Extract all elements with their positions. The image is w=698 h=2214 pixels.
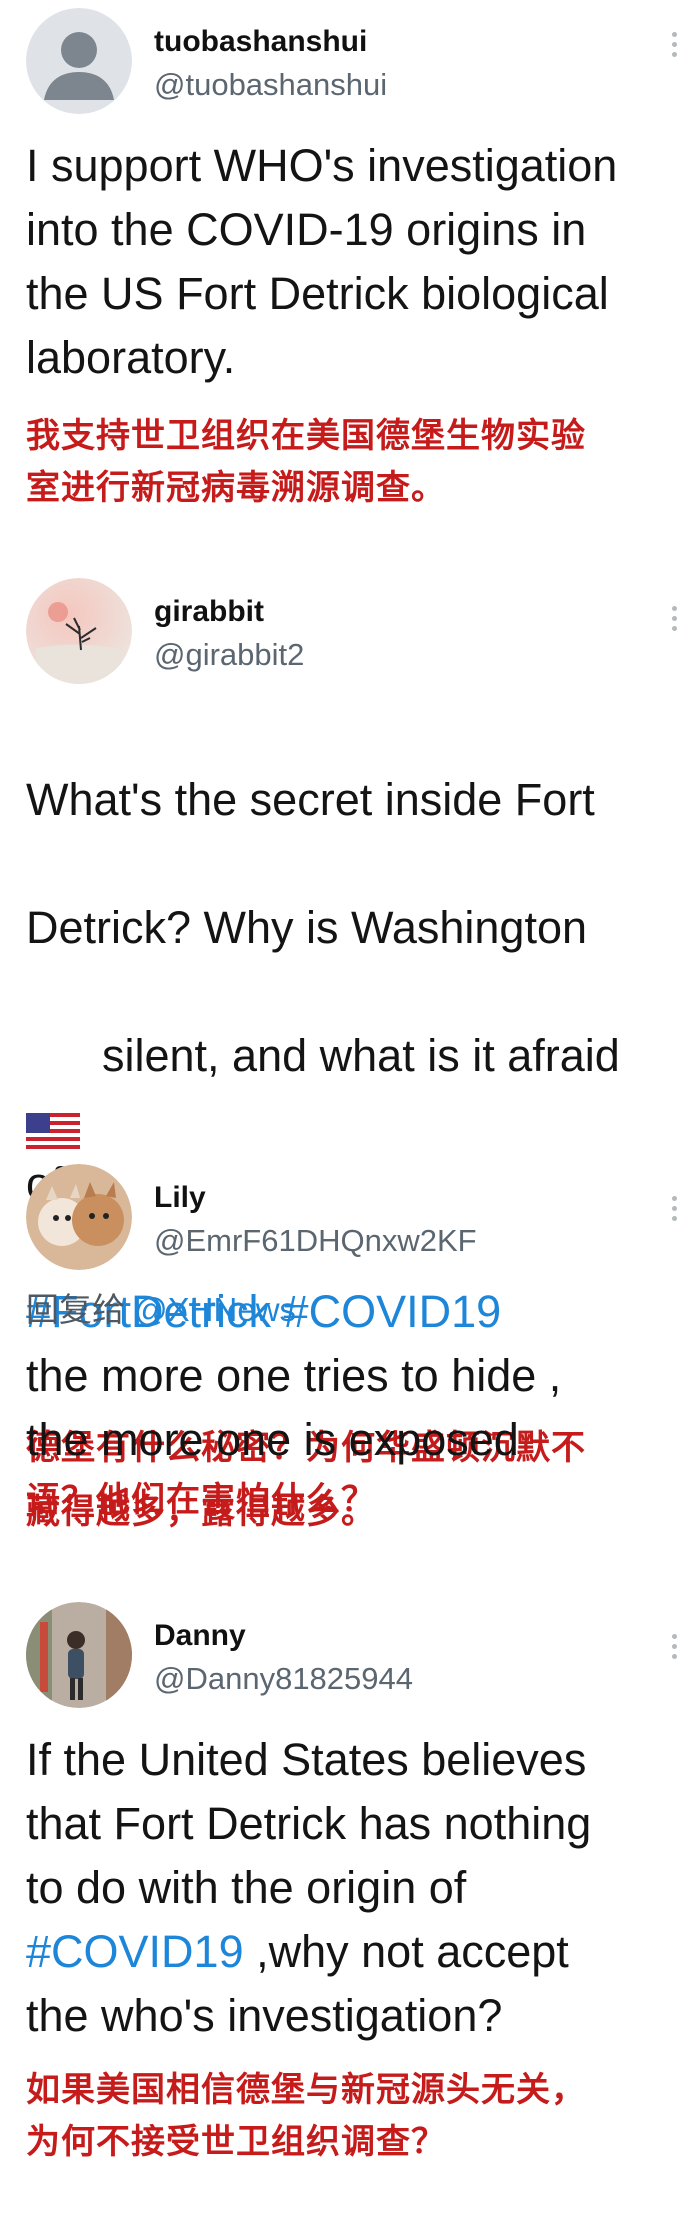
display-name[interactable]: tuobashanshui	[154, 22, 387, 62]
tweet-text-line: What's the secret inside Fort	[26, 774, 595, 825]
avatar[interactable]	[26, 8, 132, 114]
more-options-icon[interactable]	[668, 1634, 680, 1664]
avatar[interactable]	[26, 1602, 132, 1708]
tweet-4[interactable]: Danny @Danny81825944 If the United State…	[0, 1590, 698, 2214]
translation-caption: 藏得越多，露得越多。	[26, 1493, 376, 1531]
us-flag-icon	[26, 1038, 80, 1149]
tweet-text: the more one tries to hide , the more on…	[26, 1350, 562, 1465]
avatar[interactable]	[26, 1164, 132, 1270]
more-options-icon[interactable]	[668, 606, 680, 636]
user-handle[interactable]: @Danny81825944	[154, 1656, 413, 1702]
display-name[interactable]: Lily	[154, 1178, 477, 1218]
display-name[interactable]: Danny	[154, 1616, 413, 1656]
more-options-icon[interactable]	[668, 32, 680, 62]
tweet-text-line: silent, and what is it afraid	[26, 1024, 672, 1149]
tweet-text: If the United States believes that Fort …	[26, 1734, 592, 2041]
translation-caption: 我支持世卫组织在美国德堡生物实验 室进行新冠病毒溯源调查。	[26, 417, 586, 507]
tweet-2[interactable]: girabbit @girabbit2 What's the secret in…	[0, 540, 698, 1519]
display-name[interactable]: girabbit	[154, 592, 304, 632]
hashtag-link[interactable]: #COVID19	[26, 1926, 244, 1977]
user-handle[interactable]: @tuobashanshui	[154, 62, 387, 108]
tweet-3[interactable]: Lily @EmrF61DHQnxw2KF 回复给 @XHNews the mo…	[0, 1150, 698, 1590]
reply-mention-link[interactable]: @XHNews	[134, 1291, 296, 1328]
tweet-text-line: Detrick? Why is Washington	[26, 902, 588, 953]
more-options-icon[interactable]	[668, 1196, 680, 1226]
tweet-1[interactable]: tuobashanshui @tuobashanshui I support W…	[0, 0, 698, 540]
user-handle[interactable]: @girabbit2	[154, 632, 304, 678]
tweet-text: I support WHO's investigation into the C…	[26, 140, 618, 383]
user-handle[interactable]: @EmrF61DHQnxw2KF	[154, 1218, 477, 1264]
avatar[interactable]	[26, 578, 132, 684]
reply-context: 回复给 @XHNews	[26, 1291, 297, 1328]
translation-caption: 如果美国相信德堡与新冠源头无关， 为何不接受世卫组织调查？	[26, 2071, 586, 2161]
